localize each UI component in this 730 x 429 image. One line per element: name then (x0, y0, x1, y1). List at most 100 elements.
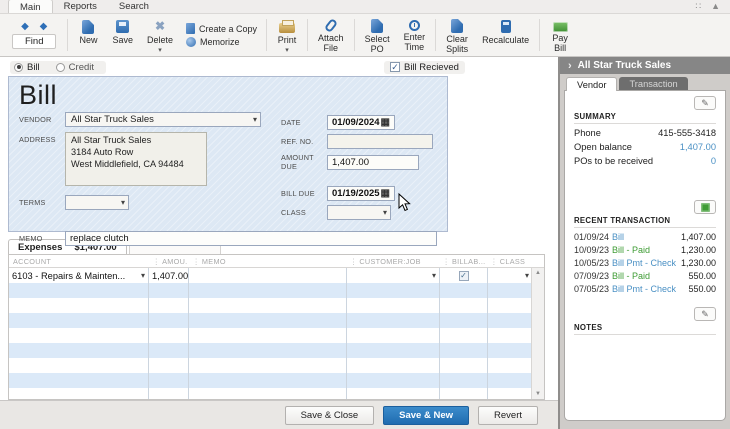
vendor-panel-header[interactable]: › All Star Truck Sales (560, 57, 730, 74)
empty-expense-row[interactable] (9, 283, 544, 298)
class-select[interactable]: ▾ (327, 205, 391, 220)
edit-notes-button[interactable]: ✎ (694, 307, 716, 321)
transaction-type-link[interactable]: Bill - Paid (612, 245, 681, 255)
empty-expense-row[interactable] (9, 298, 544, 313)
column-header[interactable]: ACCOUNT (9, 255, 148, 268)
revert-button[interactable]: Revert (478, 405, 538, 425)
billable-checkbox[interactable]: ✓ (458, 270, 469, 281)
transaction-type-link[interactable]: Bill Pmt - Check (612, 258, 681, 268)
expand-window-icon[interactable]: ∷ (695, 1, 701, 11)
table-cell[interactable] (440, 283, 488, 298)
open-balance-link[interactable]: 1,407.00 (680, 142, 716, 152)
empty-expense-row[interactable] (9, 313, 544, 328)
recalculate-button[interactable]: Recalculate (475, 16, 536, 54)
empty-expense-row[interactable] (9, 358, 544, 373)
table-cell[interactable] (9, 388, 149, 399)
empty-expense-row[interactable] (9, 328, 544, 343)
table-cell[interactable] (347, 358, 440, 373)
table-cell[interactable] (347, 343, 440, 358)
table-scrollbar[interactable]: ▲ ▼ (531, 268, 544, 399)
print-button[interactable]: Print ▾ (270, 16, 304, 54)
vendor-select[interactable]: All Star Truck Sales ▾ (65, 112, 261, 127)
table-cell[interactable] (347, 373, 440, 388)
memorize-button[interactable]: Memorize (186, 37, 257, 47)
table-cell[interactable] (149, 388, 189, 399)
table-cell[interactable] (189, 358, 347, 373)
tab-vendor[interactable]: Vendor (566, 77, 618, 91)
table-cell[interactable] (440, 373, 488, 388)
memo-cell[interactable] (189, 268, 347, 283)
collapse-ribbon-icon[interactable]: ▲ (711, 1, 720, 11)
empty-expense-row[interactable] (9, 388, 544, 399)
table-cell[interactable] (440, 388, 488, 399)
table-cell[interactable] (189, 388, 347, 399)
create-copy-button[interactable]: Create a Copy (186, 23, 257, 34)
enter-time-button[interactable]: Enter Time (397, 16, 433, 54)
select-po-button[interactable]: Select PO (358, 16, 397, 54)
column-header[interactable]: ⋮ BILLAB... (438, 255, 486, 268)
billable-cell[interactable]: ✓ (440, 268, 488, 283)
table-cell[interactable] (149, 313, 189, 328)
new-button[interactable]: New (71, 16, 105, 54)
table-cell[interactable] (149, 358, 189, 373)
table-cell[interactable] (9, 283, 149, 298)
table-cell[interactable] (149, 328, 189, 343)
table-cell[interactable] (488, 313, 533, 328)
table-cell[interactable] (488, 358, 533, 373)
table-cell[interactable] (9, 298, 149, 313)
menu-tab-main[interactable]: Main (8, 0, 53, 13)
menu-tab-reports[interactable]: Reports (53, 0, 108, 13)
table-cell[interactable] (9, 343, 149, 358)
expense-row[interactable]: 6103 - Repairs & Mainten... ▾ 1,407.00 ▾ ✓ ▾ (9, 268, 544, 283)
table-cell[interactable] (149, 343, 189, 358)
table-cell[interactable] (488, 328, 533, 343)
table-cell[interactable] (149, 283, 189, 298)
transaction-row[interactable]: 10/09/23 Bill - Paid 1,230.00 (574, 245, 716, 255)
table-cell[interactable] (189, 373, 347, 388)
table-cell[interactable] (440, 298, 488, 313)
transaction-type-link[interactable]: Bill Pmt - Check (612, 284, 688, 294)
amount-due-field[interactable]: 1,407.00 (327, 154, 419, 170)
empty-expense-row[interactable] (9, 343, 544, 358)
attach-file-button[interactable]: Attach File (311, 16, 351, 54)
amount-cell[interactable]: 1,407.00 (149, 268, 189, 283)
bill-received-checkbox[interactable]: ✓ Bill Recieved (384, 60, 465, 74)
pos-to-receive-link[interactable]: 0 (711, 156, 716, 166)
scroll-down-icon[interactable]: ▼ (535, 391, 541, 397)
table-cell[interactable] (488, 373, 533, 388)
transaction-row[interactable]: 07/09/23 Bill - Paid 550.00 (574, 271, 716, 281)
column-header[interactable]: ⋮AMOU... (148, 255, 188, 268)
bill-radio[interactable] (14, 62, 23, 72)
column-header[interactable]: ⋮ CUSTOMER:JOB (346, 255, 439, 268)
table-cell[interactable] (9, 358, 149, 373)
date-field[interactable]: 01/09/2024 ▦ (327, 115, 395, 130)
table-cell[interactable] (347, 283, 440, 298)
table-cell[interactable] (440, 328, 488, 343)
table-cell[interactable] (149, 298, 189, 313)
ref-no-field[interactable] (327, 134, 433, 149)
table-cell[interactable] (9, 328, 149, 343)
table-cell[interactable] (189, 283, 347, 298)
table-cell[interactable] (488, 298, 533, 313)
table-cell[interactable] (149, 373, 189, 388)
scroll-up-icon[interactable]: ▲ (535, 270, 541, 276)
save-button[interactable]: Save (105, 16, 140, 54)
table-cell[interactable] (347, 388, 440, 399)
bill-due-field[interactable]: 01/19/2025 ▦ (327, 186, 395, 201)
transaction-row[interactable]: 07/05/23 Bill Pmt - Check 550.00 (574, 284, 716, 294)
table-cell[interactable] (440, 358, 488, 373)
column-header[interactable]: ⋮ MEMO (188, 255, 345, 268)
transaction-row[interactable]: 01/09/24 Bill 1,407.00 (574, 232, 716, 242)
back-forward-icons[interactable]: ◆ ◆ (17, 21, 51, 32)
table-cell[interactable] (189, 298, 347, 313)
clear-splits-button[interactable]: Clear Splits (439, 16, 475, 54)
table-cell[interactable] (440, 313, 488, 328)
customer-job-cell[interactable]: ▾ (347, 268, 440, 283)
table-cell[interactable] (9, 373, 149, 388)
menu-tab-search[interactable]: Search (108, 0, 160, 13)
transaction-type-link[interactable]: Bill - Paid (612, 271, 688, 281)
transaction-type-link[interactable]: Bill (612, 232, 681, 242)
table-cell[interactable] (189, 328, 347, 343)
empty-expense-row[interactable] (9, 373, 544, 388)
credit-radio[interactable] (55, 62, 65, 72)
